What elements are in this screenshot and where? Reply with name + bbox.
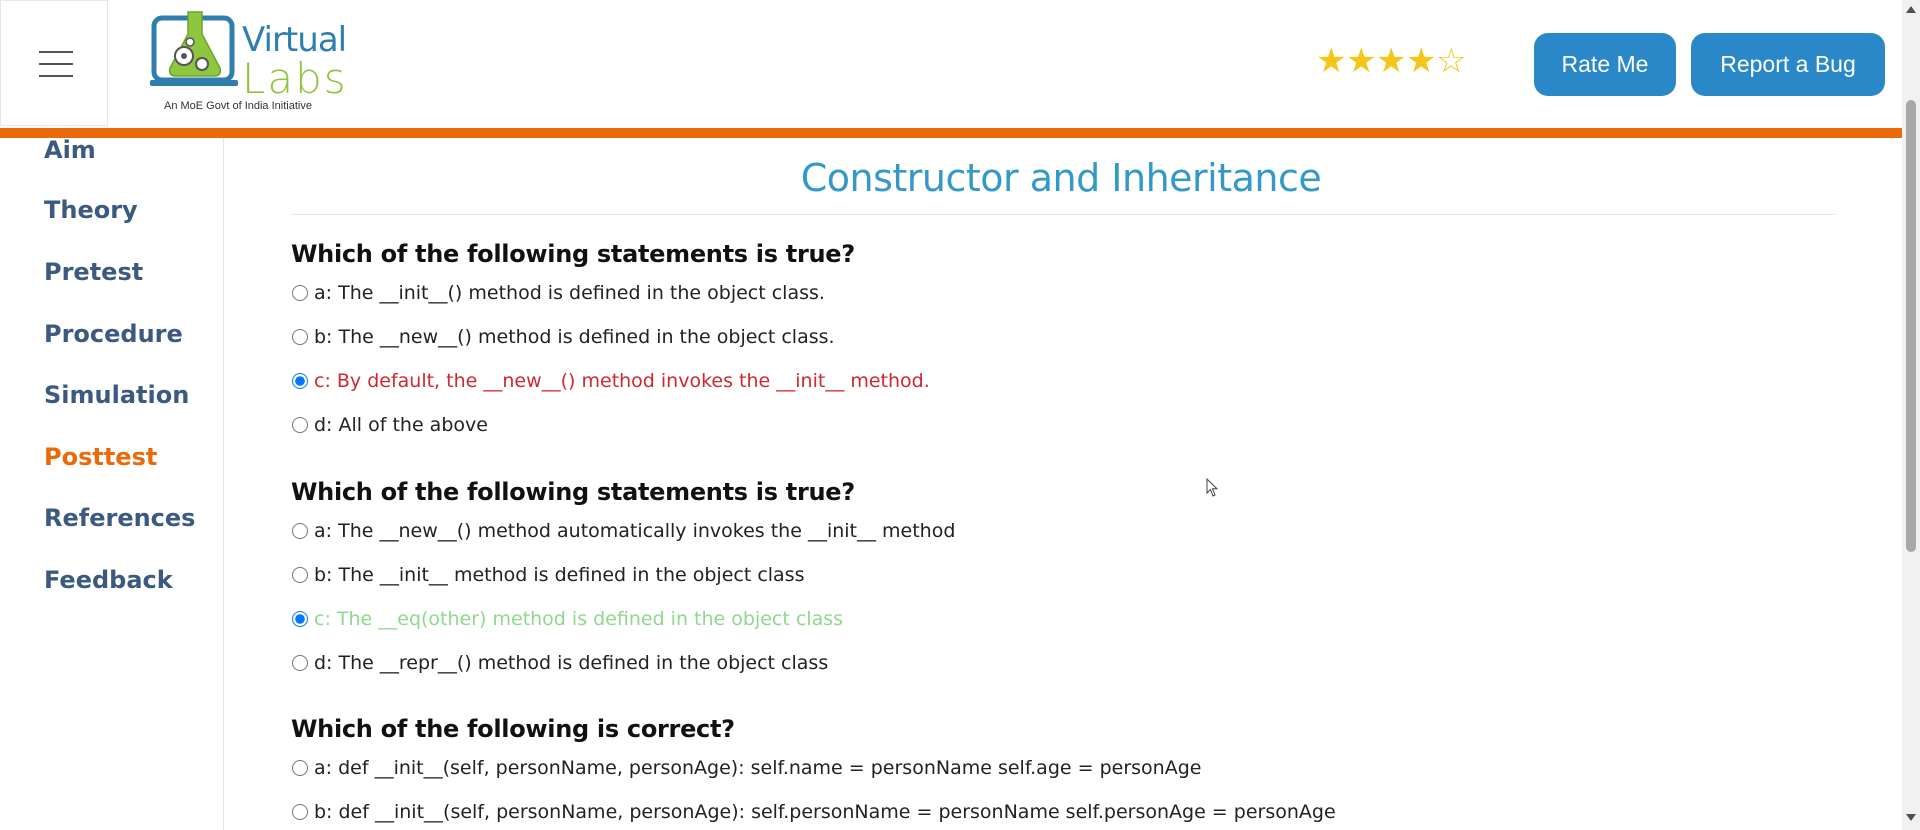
posttest-content: Constructor and Inheritance Which of the… xyxy=(225,138,1902,830)
sidebar-item-references[interactable]: References xyxy=(44,504,195,532)
option-label: d: The __repr__() method is defined in t… xyxy=(314,652,829,674)
star-filled-icon[interactable]: ★ xyxy=(1316,44,1346,78)
radio-q2-d[interactable] xyxy=(292,655,308,671)
star-filled-icon[interactable]: ★ xyxy=(1346,44,1376,78)
logo-word-labs: Labs xyxy=(242,54,348,103)
radio-q1-b[interactable] xyxy=(292,329,308,345)
scroll-down-arrow-icon[interactable] xyxy=(1906,814,1916,821)
question-1-option-b[interactable]: b: The __new__() method is defined in th… xyxy=(291,324,835,350)
sidebar-item-posttest[interactable]: Posttest xyxy=(44,443,157,471)
star-rating[interactable]: ★ ★ ★ ★ ☆ xyxy=(1316,44,1466,78)
page-title: Constructor and Inheritance xyxy=(800,156,1322,200)
radio-q1-a[interactable] xyxy=(292,285,308,301)
sidebar-item-simulation[interactable]: Simulation xyxy=(44,381,189,409)
star-filled-icon[interactable]: ★ xyxy=(1406,44,1436,78)
option-label: c: The __eq(other) method is defined in … xyxy=(314,608,844,630)
scroll-up-arrow-icon[interactable] xyxy=(1906,6,1916,13)
vertical-scrollbar[interactable] xyxy=(1902,0,1920,830)
question-2-option-a[interactable]: a: The __new__() method automatically in… xyxy=(291,518,955,544)
radio-q2-a[interactable] xyxy=(292,523,308,539)
radio-q2-b[interactable] xyxy=(292,567,308,583)
top-header: Virtual Labs An MoE Govt of India Initia… xyxy=(0,0,1902,128)
menu-button[interactable] xyxy=(0,0,108,126)
star-outline-icon[interactable]: ☆ xyxy=(1436,44,1466,78)
virtual-labs-logo[interactable]: Virtual Labs An MoE Govt of India Initia… xyxy=(150,10,350,118)
report-bug-button[interactable]: Report a Bug xyxy=(1691,33,1885,96)
header-divider xyxy=(0,128,1902,138)
sidebar-item-theory[interactable]: Theory xyxy=(44,196,138,224)
option-label: a: The __new__() method automatically in… xyxy=(314,520,956,542)
radio-q1-d[interactable] xyxy=(292,417,308,433)
option-label: a: def __init__(self, personName, person… xyxy=(314,757,1202,779)
question-2-option-b[interactable]: b: The __init__ method is defined in the… xyxy=(291,562,804,588)
sidebar-item-procedure[interactable]: Procedure xyxy=(44,320,183,348)
logo-tagline: An MoE Govt of India Initiative xyxy=(164,100,312,112)
radio-q3-b[interactable] xyxy=(292,804,308,820)
question-1-option-a[interactable]: a: The __init__() method is defined in t… xyxy=(291,280,825,306)
radio-q3-a[interactable] xyxy=(292,760,308,776)
question-2-option-c[interactable]: c: The __eq(other) method is defined in … xyxy=(291,606,843,632)
sidebar-item-pretest[interactable]: Pretest xyxy=(44,258,143,286)
mouse-cursor-icon xyxy=(1206,478,1219,497)
question-1-text: Which of the following statements is tru… xyxy=(291,240,855,268)
question-3-text: Which of the following is correct? xyxy=(291,715,735,743)
option-label: c: By default, the __new__() method invo… xyxy=(314,370,930,392)
option-label: b: def __init__(self, personName, person… xyxy=(314,801,1336,823)
flask-gears-logo-icon xyxy=(150,11,238,86)
sidebar-nav: Aim Theory Pretest Procedure Simulation … xyxy=(0,136,224,830)
question-2-option-d[interactable]: d: The __repr__() method is defined in t… xyxy=(291,650,828,676)
question-3-option-b[interactable]: b: def __init__(self, personName, person… xyxy=(291,799,1336,825)
hamburger-icon xyxy=(39,51,73,77)
question-1-option-c[interactable]: c: By default, the __new__() method invo… xyxy=(291,368,930,394)
title-divider xyxy=(291,214,1835,215)
question-1-option-d[interactable]: d: All of the above xyxy=(291,412,488,438)
sidebar-item-aim[interactable]: Aim xyxy=(44,136,96,164)
option-label: b: The __new__() method is defined in th… xyxy=(314,326,835,348)
option-label: a: The __init__() method is defined in t… xyxy=(314,282,825,304)
scrollbar-thumb[interactable] xyxy=(1906,100,1916,552)
sidebar-item-feedback[interactable]: Feedback xyxy=(44,566,173,594)
star-filled-icon[interactable]: ★ xyxy=(1376,44,1406,78)
question-2-text: Which of the following statements is tru… xyxy=(291,478,855,506)
option-label: d: All of the above xyxy=(314,414,488,436)
radio-q2-c[interactable] xyxy=(292,611,308,627)
question-3-option-a[interactable]: a: def __init__(self, personName, person… xyxy=(291,755,1201,781)
radio-q1-c[interactable] xyxy=(292,373,308,389)
option-label: b: The __init__ method is defined in the… xyxy=(314,564,805,586)
rate-me-button[interactable]: Rate Me xyxy=(1534,33,1676,96)
